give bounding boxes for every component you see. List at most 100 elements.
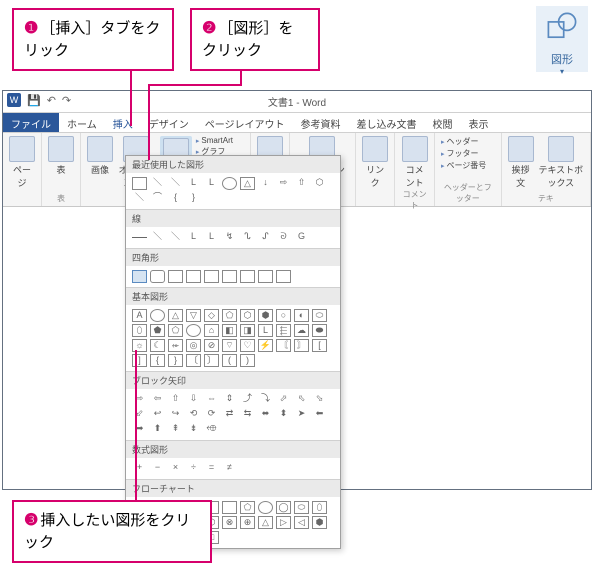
shape-item[interactable] [186,270,201,283]
shape-item[interactable]: ⇆ [240,408,255,421]
shape-item[interactable]: ⊘ [204,339,219,352]
shape-item[interactable]: ⇟ [186,423,201,436]
shape-item[interactable]: [ [312,339,327,352]
shape-item[interactable]: ⇨ [276,177,291,190]
tab-layout[interactable]: ページレイアウト [197,113,293,132]
tab-insert[interactable]: 挿入 [105,113,141,132]
shape-item[interactable]: ☁ [294,324,309,337]
smartart-button[interactable]: SmartArt [196,136,244,145]
shape-item[interactable]: ⤴ [240,393,255,406]
shape-item[interactable]: L [186,177,201,190]
shape-item[interactable]: ↓ [258,177,273,190]
shape-item[interactable] [258,501,273,514]
shape-item[interactable]: } [168,354,183,367]
shape-item[interactable]: ⇔ [204,393,219,406]
pages-button[interactable]: ページ [9,136,35,189]
shape-item[interactable]: ⬟ [150,324,165,337]
shape-item[interactable] [204,270,219,283]
shape-item[interactable]: 〙 [294,339,309,352]
shape-item[interactable]: ◯ [276,501,291,514]
shape-item[interactable]: ＼ [132,192,147,205]
shape-item[interactable] [132,237,147,238]
shape-item[interactable]: ⬭ [294,501,309,514]
shape-item[interactable]: 〘 [276,339,291,352]
tab-home[interactable]: ホーム [59,113,105,132]
textbox-button[interactable]: テキストボックス [538,136,584,189]
shape-item[interactable]: ⬱ [276,324,291,337]
shape-item[interactable]: ⬬ [312,324,327,337]
redo-icon[interactable]: ↷ [62,94,71,107]
shape-item[interactable]: △ [168,309,183,322]
shape-item[interactable]: △ [240,177,255,190]
shape-item[interactable] [150,270,165,283]
shape-item[interactable]: L [258,324,273,337]
shape-item[interactable]: ◎ [186,339,201,352]
shape-item[interactable]: { [150,354,165,367]
shape-item[interactable]: ＼ [150,177,165,190]
save-icon[interactable]: 💾 [27,94,41,107]
shape-item[interactable]: ⌔ [222,339,237,352]
shape-item[interactable]: ▽ [186,309,201,322]
shape-item[interactable] [240,270,255,283]
footer-button[interactable]: フッター [441,148,495,159]
header-button[interactable]: ヘッダー [441,136,495,147]
shape-item[interactable]: L [204,177,219,190]
shape-item[interactable]: ⬁ [294,393,309,406]
shape-item[interactable]: ♡ [240,339,255,352]
shape-item[interactable]: ⇕ [222,393,237,406]
shape-item[interactable]: ◇ [204,309,219,322]
shape-item[interactable] [132,177,147,190]
tab-view[interactable]: 表示 [461,113,497,132]
shape-item[interactable]: ＼ [168,231,183,244]
tab-review[interactable]: 校閲 [425,113,461,132]
shape-item[interactable]: L [186,231,201,244]
shape-item[interactable]: ⬢ [258,309,273,322]
shape-item[interactable]: ⇧ [168,393,183,406]
shape-item[interactable]: ⇧ [294,177,309,190]
shape-item[interactable] [186,324,201,337]
shape-item[interactable]: ↪ [168,408,183,421]
shape-item[interactable]: ⚡ [258,339,273,352]
shape-item[interactable]: { [168,192,183,205]
shape-item[interactable]: G [294,231,309,244]
shape-item[interactable]: ➤ [294,408,309,421]
shape-item[interactable]: ▷ [276,516,291,529]
shape-item[interactable]: ⬆ [150,423,165,436]
shape-item[interactable] [222,177,237,190]
shape-item[interactable]: ᔐ [240,231,255,244]
shape-item[interactable]: × [168,462,183,475]
shape-item[interactable]: ⬰ [168,339,183,352]
shape-item[interactable]: 〔 [186,354,201,367]
comment-button[interactable]: コメント [401,136,428,189]
shape-item[interactable] [150,309,165,322]
shape-item[interactable]: ( [222,354,237,367]
shape-item[interactable]: ᘐ [276,231,291,244]
shape-item[interactable]: ⬠ [168,324,183,337]
tab-mailings[interactable]: 差し込み文書 [349,113,425,132]
shape-item[interactable]: ↩ [150,408,165,421]
shape-item[interactable]: ⇩ [186,393,201,406]
shape-item[interactable]: ⬯ [312,501,327,514]
shape-item[interactable]: ⟲ [186,408,201,421]
shape-item[interactable]: ⬢ [312,516,327,529]
link-button[interactable]: リンク [362,136,388,189]
tab-references[interactable]: 参考資料 [293,113,349,132]
shape-item[interactable]: ⬡ [312,177,327,190]
shape-item[interactable]: 〕 [204,354,219,367]
shape-item[interactable]: A [132,309,147,322]
shape-item[interactable] [168,270,183,283]
shape-item[interactable]: ≠ [222,462,237,475]
shape-item[interactable]: ⇦ [150,393,165,406]
shape-item[interactable]: ⬌ [258,408,273,421]
shape-item[interactable]: ☾ [150,339,165,352]
shape-item[interactable]: ⬅ [312,408,327,421]
shape-item[interactable]: ◨ [240,324,255,337]
shape-item[interactable]: ○ [276,309,291,322]
shape-item[interactable]: ⟳ [204,408,219,421]
shape-item[interactable]: ⬂ [312,393,327,406]
shape-item[interactable]: ⤵ [258,393,273,406]
shape-item[interactable]: ⬭ [312,309,327,322]
shape-item[interactable]: ᔑ [258,231,273,244]
shape-item[interactable]: ↯ [222,231,237,244]
shape-item[interactable]: ⬲ [204,423,219,436]
